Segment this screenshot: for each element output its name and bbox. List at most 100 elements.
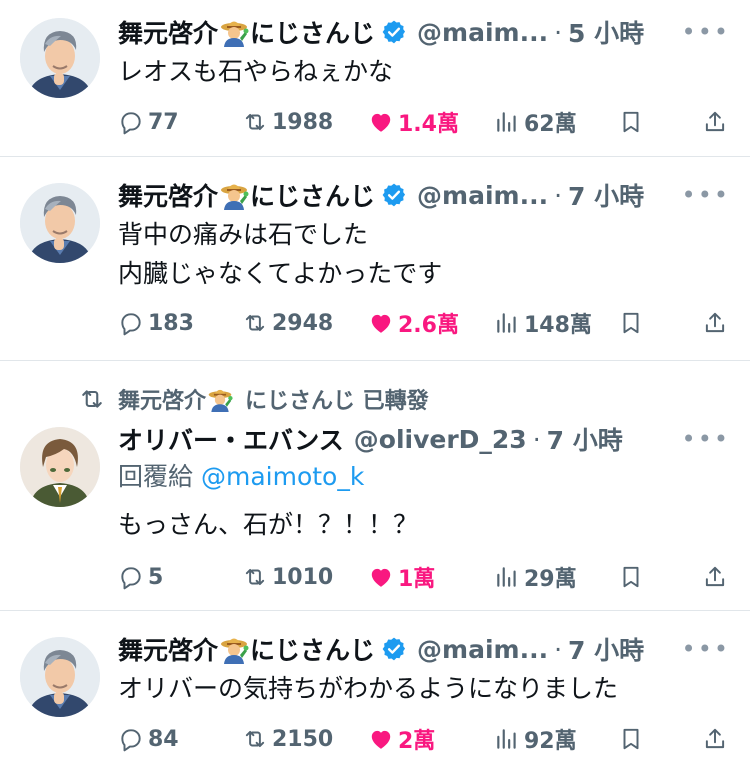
- author-name[interactable]: 舞元啓介: [118, 631, 218, 667]
- bookmark-icon: [618, 564, 644, 590]
- views-icon: [494, 564, 520, 590]
- author-handle[interactable]: @maim...: [417, 18, 548, 47]
- tweet[interactable]: 舞元啓介 にじさんじ @maim... · 7 小時 背中の痛みは石でした 内臓…: [0, 157, 750, 361]
- views-button[interactable]: 148萬: [494, 303, 592, 343]
- author-name[interactable]: 舞元啓介: [118, 14, 218, 50]
- author-name-suffix[interactable]: にじさんじ: [250, 177, 375, 213]
- reply-count: 5: [148, 564, 164, 590]
- reply-count: 84: [148, 726, 179, 752]
- author-handle[interactable]: @maim...: [417, 181, 548, 210]
- reply-button[interactable]: 183: [118, 303, 194, 343]
- like-count: 1萬: [398, 567, 436, 592]
- separator-dot: ·: [532, 424, 541, 454]
- heart-filled-icon: [368, 310, 394, 336]
- heart-filled-icon: [368, 726, 394, 752]
- tweet[interactable]: 舞元啓介 にじさんじ @maim... · 5 小時 レオスも石やらねぇかな •…: [0, 0, 750, 157]
- avatar[interactable]: [20, 183, 100, 263]
- repost-icon: [242, 310, 268, 336]
- reply-button[interactable]: 77: [118, 102, 179, 142]
- share-button[interactable]: [702, 303, 732, 343]
- author-name-suffix[interactable]: にじさんじ: [250, 14, 375, 50]
- more-horizontal-icon[interactable]: •••: [682, 175, 730, 215]
- author-name[interactable]: 舞元啓介: [118, 177, 218, 213]
- heart-filled-icon: [368, 109, 394, 135]
- more-horizontal-icon[interactable]: •••: [682, 629, 730, 669]
- tweet[interactable]: 舞元啓介 にじさんじ @maim... · 7 小時 オリバーの気持ちがわかるよ…: [0, 611, 750, 774]
- repost-count: 2948: [272, 310, 334, 336]
- tweet-text: 背中の痛みは石でした 内臓じゃなくてよかったです: [118, 220, 443, 288]
- separator-dot: ·: [554, 17, 563, 47]
- author-name[interactable]: オリバー・エバンス: [118, 421, 344, 457]
- action-bar: 84 2150 2萬 92萬: [118, 719, 730, 759]
- tweet[interactable]: 舞元啓介 にじさんじ 已轉發 オリバー・エバンス @oliverD_23 · 7…: [0, 361, 750, 611]
- view-count: 29萬: [524, 567, 577, 592]
- repost-button[interactable]: 1010: [242, 557, 333, 597]
- repost-button[interactable]: 2150: [242, 719, 333, 759]
- bookmark-button[interactable]: [618, 303, 648, 343]
- farmer-emoji-icon: [219, 180, 249, 210]
- like-count: 2.6萬: [398, 313, 459, 338]
- tweet-text: もっさん、石が！？！！？: [118, 510, 419, 539]
- like-button[interactable]: 2.6萬: [368, 303, 459, 343]
- tweet-text: オリバーの気持ちがわかるようになりました: [118, 674, 619, 703]
- farmer-emoji-icon: [219, 634, 249, 664]
- tweet-text: レオスも石やらねぇかな: [118, 57, 394, 86]
- action-bar: 77 1988 1.4萬 62萬: [118, 102, 730, 142]
- share-button[interactable]: [702, 102, 732, 142]
- action-bar: 5 1010 1萬 29萬: [118, 557, 730, 597]
- timestamp[interactable]: 7 小時: [547, 421, 623, 457]
- timestamp[interactable]: 7 小時: [568, 631, 644, 667]
- repost-indicator[interactable]: 舞元啓介 にじさんじ 已轉發: [78, 383, 429, 415]
- bookmark-button[interactable]: [618, 102, 648, 142]
- repost-button[interactable]: 2948: [242, 303, 333, 343]
- views-icon: [494, 310, 520, 336]
- reply-prefix: 回覆給: [118, 462, 194, 491]
- timestamp[interactable]: 7 小時: [568, 177, 644, 213]
- share-icon: [702, 726, 728, 752]
- reply-button[interactable]: 84: [118, 719, 179, 759]
- share-icon: [702, 109, 728, 135]
- avatar[interactable]: [20, 637, 100, 717]
- views-button[interactable]: 92萬: [494, 719, 577, 759]
- farmer-emoji-icon: [207, 386, 233, 412]
- reply-button[interactable]: 5: [118, 557, 163, 597]
- author-handle[interactable]: @maim...: [417, 635, 548, 664]
- repost-button[interactable]: 1988: [242, 102, 333, 142]
- reply-mention-link[interactable]: @maimoto_k: [201, 462, 364, 491]
- share-button[interactable]: [702, 557, 732, 597]
- views-icon: [494, 726, 520, 752]
- share-button[interactable]: [702, 719, 732, 759]
- like-count: 1.4萬: [398, 112, 459, 137]
- author-handle[interactable]: @oliverD_23: [354, 425, 527, 454]
- reply-context: 回覆給 @maimoto_k: [118, 459, 730, 495]
- tweet-feed: 舞元啓介 にじさんじ @maim... · 5 小時 レオスも石やらねぇかな •…: [0, 0, 750, 774]
- timestamp[interactable]: 5 小時: [568, 14, 644, 50]
- action-bar: 183 2948 2.6萬 148萬: [118, 303, 730, 343]
- more-horizontal-icon[interactable]: •••: [682, 12, 730, 52]
- farmer-emoji-icon: [219, 17, 249, 47]
- avatar[interactable]: [20, 18, 100, 98]
- repost-icon: [242, 564, 268, 590]
- avatar[interactable]: [20, 427, 100, 507]
- reply-icon: [118, 726, 144, 752]
- views-button[interactable]: 29萬: [494, 557, 577, 597]
- bookmark-button[interactable]: [618, 557, 648, 597]
- views-button[interactable]: 62萬: [494, 102, 577, 142]
- share-icon: [702, 564, 728, 590]
- reply-icon: [118, 564, 144, 590]
- author-name-suffix[interactable]: にじさんじ: [250, 631, 375, 667]
- tweet-header: 舞元啓介 にじさんじ @maim... · 7 小時: [118, 629, 730, 669]
- separator-dot: ·: [554, 634, 563, 664]
- like-button[interactable]: 1萬: [368, 557, 435, 597]
- view-count: 62萬: [524, 112, 577, 137]
- like-button[interactable]: 1.4萬: [368, 102, 459, 142]
- tweet-header: 舞元啓介 にじさんじ @maim... · 7 小時: [118, 175, 730, 215]
- repost-icon: [242, 726, 268, 752]
- separator-dot: ·: [554, 180, 563, 210]
- like-button[interactable]: 2萬: [368, 719, 435, 759]
- heart-filled-icon: [368, 564, 394, 590]
- reply-icon: [118, 109, 144, 135]
- more-horizontal-icon[interactable]: •••: [682, 419, 730, 459]
- bookmark-button[interactable]: [618, 719, 648, 759]
- reply-count: 77: [148, 109, 179, 135]
